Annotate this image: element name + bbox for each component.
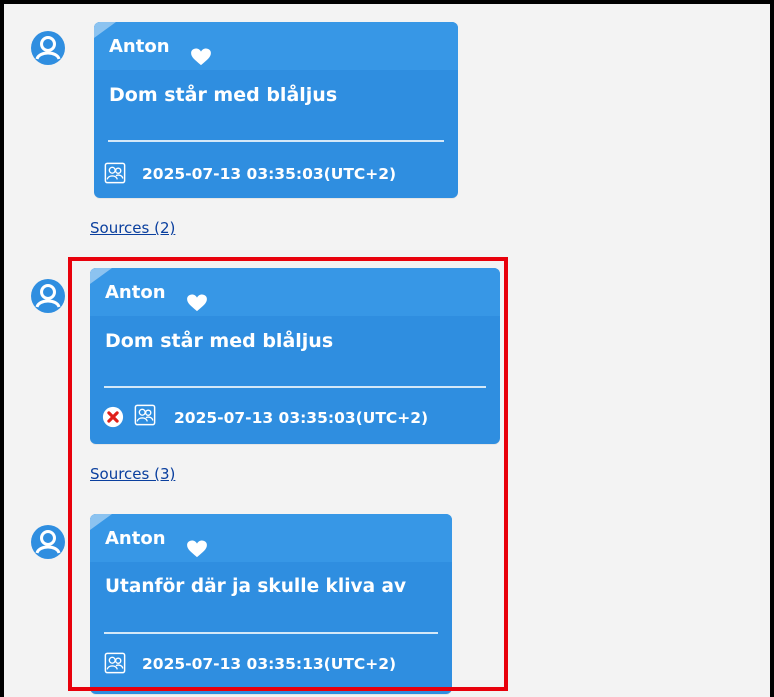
highlight-box — [68, 257, 508, 691]
sources-link[interactable]: Sources (2) — [90, 219, 175, 237]
group-icon — [104, 162, 126, 184]
message-timestamp: 2025-07-13 03:35:03(UTC+2) — [142, 165, 397, 183]
user-avatar-icon[interactable] — [30, 524, 66, 560]
user-avatar-icon[interactable] — [30, 278, 66, 314]
message-bubble[interactable]: Anton Dom står med blåljus 2025-07-13 03… — [94, 22, 458, 198]
chat-panel: Anton Dom står med blåljus 2025-07-13 03… — [0, 0, 774, 697]
user-avatar-icon[interactable] — [30, 30, 66, 66]
heart-icon[interactable] — [190, 48, 212, 66]
sender-name: Anton — [109, 36, 170, 57]
message-divider — [108, 140, 444, 142]
message-text: Dom står med blåljus — [109, 84, 338, 106]
